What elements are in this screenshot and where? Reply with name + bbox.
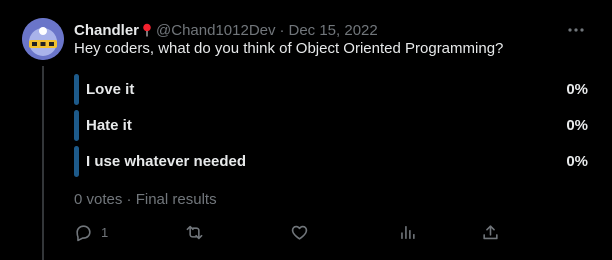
pin-icon (142, 23, 152, 37)
action-bar: 1 (74, 221, 504, 243)
like-icon[interactable] (290, 223, 309, 242)
poll-votes: 0 votes (74, 191, 123, 208)
views-icon[interactable] (398, 223, 417, 242)
poll-option-bar (74, 74, 79, 105)
poll-option-percent: 0% (566, 81, 588, 98)
poll-option-percent: 0% (566, 153, 588, 170)
retweet-icon[interactable] (185, 223, 204, 242)
retweet-button[interactable] (185, 221, 204, 243)
share-button[interactable] (481, 221, 500, 243)
poll-meta-separator: · (126, 191, 132, 208)
poll-option: Hate it 0% (74, 110, 588, 141)
tweet[interactable]: Chandler @Chand1012Dev · Dec 15, 2022 He… (0, 0, 612, 260)
avatar[interactable] (22, 18, 64, 60)
more-options-icon[interactable] (566, 20, 586, 40)
reply-count: 1 (101, 224, 109, 240)
poll-meta: 0 votes · Final results (74, 191, 217, 208)
reply-icon[interactable] (74, 223, 93, 242)
tweet-text: Hey coders, what do you think of Object … (74, 40, 504, 57)
tweet-header: Chandler @Chand1012Dev · Dec 15, 2022 (74, 20, 378, 40)
handle[interactable]: @Chand1012Dev (156, 22, 275, 39)
display-name[interactable]: Chandler (74, 22, 139, 39)
poll: Love it 0% Hate it 0% I use whatever nee… (74, 74, 588, 182)
poll-option-percent: 0% (566, 117, 588, 134)
poll-option-label: Hate it (86, 117, 132, 134)
tweet-date[interactable]: Dec 15, 2022 (289, 22, 378, 39)
poll-option: Love it 0% (74, 74, 588, 105)
poll-status: Final results (135, 191, 217, 208)
like-button[interactable] (290, 221, 309, 243)
poll-option-bar (74, 110, 79, 141)
share-icon[interactable] (481, 223, 500, 242)
header-separator: · (279, 21, 285, 39)
thread-line (42, 66, 44, 260)
reply-button[interactable]: 1 (74, 221, 108, 243)
poll-option-label: I use whatever needed (86, 153, 247, 170)
views-button[interactable] (398, 221, 417, 243)
poll-option-bar (74, 146, 79, 177)
poll-option: I use whatever needed 0% (74, 146, 588, 177)
poll-option-label: Love it (86, 81, 135, 98)
